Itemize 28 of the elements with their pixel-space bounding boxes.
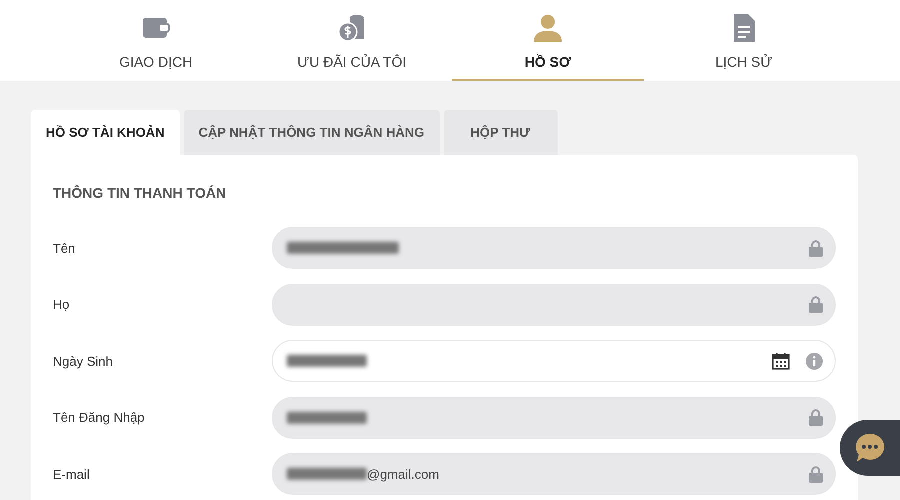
tab[interactable]: HỘP THƯ	[444, 110, 558, 155]
calendar-icon[interactable]	[772, 352, 790, 370]
person-icon	[532, 12, 564, 44]
tab[interactable]: CẬP NHẬT THÔNG TIN NGÂN HÀNG	[184, 110, 440, 155]
field-value: @gmail.com	[367, 466, 440, 484]
input-field[interactable]	[272, 227, 836, 270]
tab[interactable]: HỒ SƠ TÀI KHOẢN	[31, 110, 180, 155]
lock-icon	[809, 296, 823, 314]
field-label: Tên	[53, 240, 76, 258]
field-label: Họ	[53, 296, 71, 314]
lock-icon	[809, 466, 823, 483]
nav-tab[interactable]: LỊCH SỬ	[648, 0, 840, 81]
field-label: Tên Đăng Nhập	[53, 409, 146, 427]
chat-icon	[854, 432, 886, 464]
input-field[interactable]: @gmail.com	[272, 453, 836, 496]
field-label: E-mail	[53, 466, 91, 484]
nav-tab[interactable]: ƯU ĐÃI CỦA TÔI	[256, 0, 448, 81]
input-field[interactable]	[272, 340, 836, 382]
nav-tab[interactable]: HỒ SƠ	[452, 0, 644, 81]
lock-icon	[809, 240, 823, 257]
chat-widget[interactable]	[840, 420, 900, 476]
section-title: THÔNG TIN THANH TOÁN	[53, 184, 228, 203]
lock-icon	[809, 409, 823, 426]
input-field[interactable]	[272, 284, 836, 326]
field-label: Ngày Sinh	[53, 352, 114, 371]
info-icon	[806, 352, 823, 370]
input-field[interactable]	[272, 396, 836, 439]
nav-tab[interactable]: GIAO DỊCH	[60, 0, 252, 81]
